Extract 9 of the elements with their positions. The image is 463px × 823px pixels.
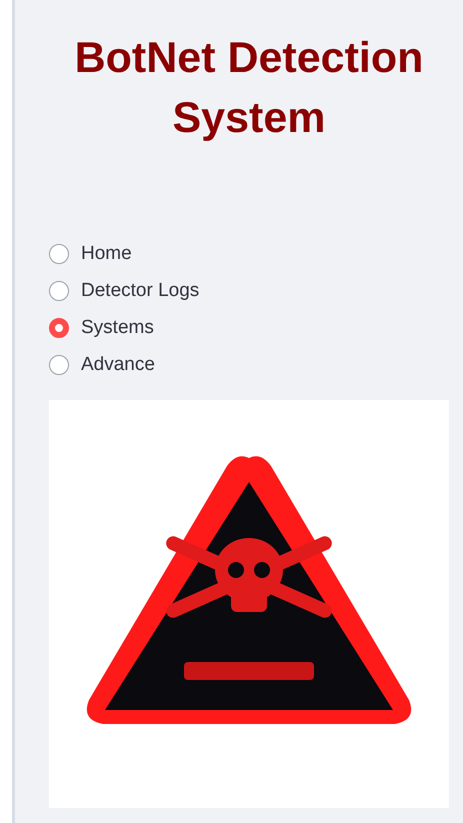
app-title: BotNet Detection System <box>74 33 424 144</box>
radio-button[interactable] <box>49 244 69 264</box>
radio-label[interactable]: Advance <box>81 351 155 378</box>
radio-label[interactable]: Home <box>81 240 132 267</box>
radio-button[interactable] <box>49 318 69 338</box>
radio-button[interactable] <box>49 280 69 300</box>
radio-button[interactable] <box>49 354 69 374</box>
radio-label[interactable]: Systems <box>81 314 154 341</box>
radio-label[interactable]: Detector Logs <box>81 277 200 304</box>
